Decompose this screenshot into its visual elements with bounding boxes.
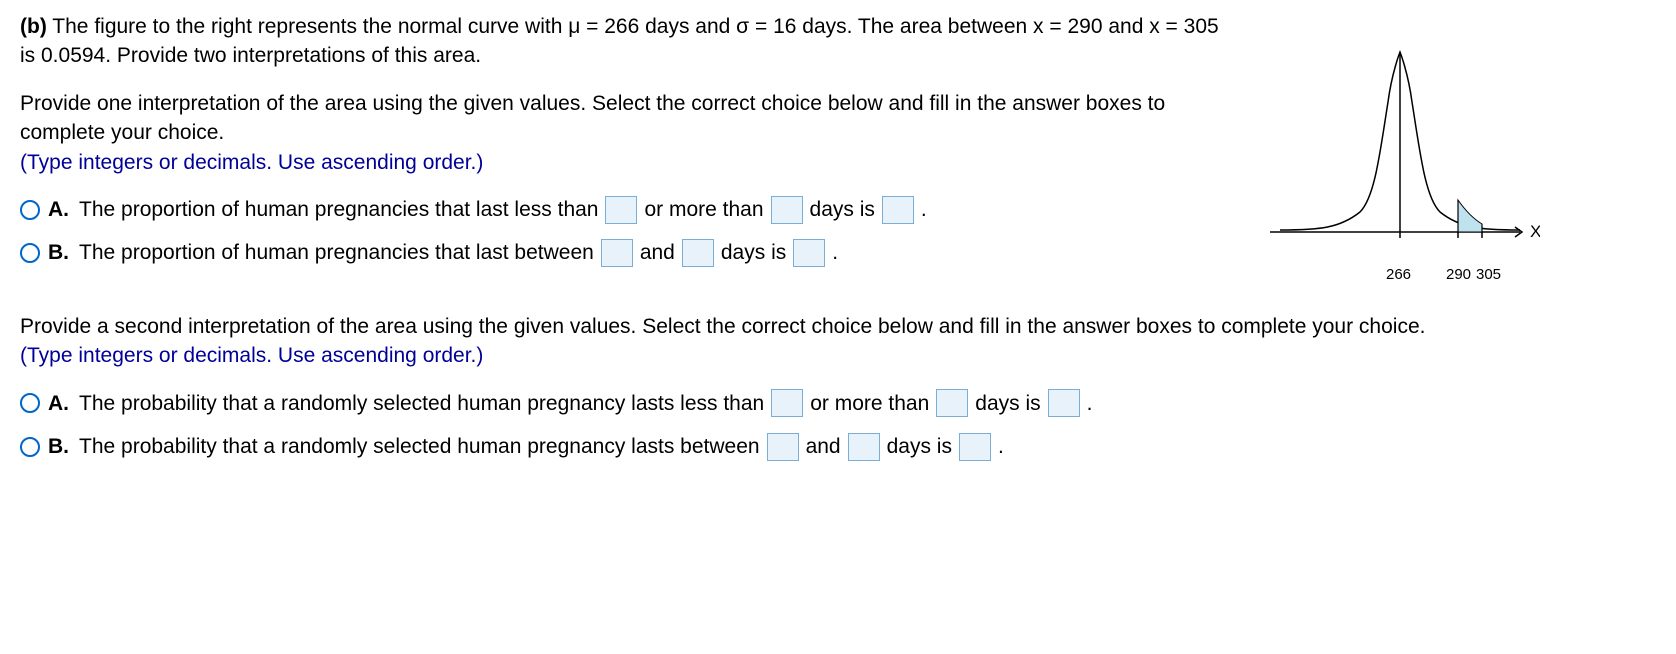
q2-optA-t3: days is (975, 389, 1040, 418)
q1-optA-letter: A. (48, 195, 69, 224)
q2-radio-b[interactable] (20, 437, 40, 457)
q2-optA-input3[interactable] (1048, 389, 1080, 417)
q1-optA-input3[interactable] (882, 196, 914, 224)
q1-optA-input2[interactable] (771, 196, 803, 224)
q1-prompt-block: Provide one interpretation of the area u… (20, 89, 1220, 177)
tick-290: 290 (1446, 264, 1471, 285)
q1-radio-a[interactable] (20, 200, 40, 220)
q1-optB-input1[interactable] (601, 239, 633, 267)
q1-optA-t2: or more than (644, 195, 763, 224)
q1-radio-b[interactable] (20, 243, 40, 263)
x-axis-label: X (1530, 222, 1540, 241)
q2-hint: (Type integers or decimals. Use ascendin… (20, 344, 483, 367)
q2-optB-input3[interactable] (959, 433, 991, 461)
q1-prompt: Provide one interpretation of the area u… (20, 92, 1165, 144)
q2-prompt: Provide a second interpretation of the a… (20, 315, 1425, 338)
question-text: (b) The figure to the right represents t… (20, 12, 1220, 282)
q1-optB-t3: days is (721, 238, 786, 267)
tick-305: 305 (1476, 264, 1501, 285)
q2-optA-input2[interactable] (936, 389, 968, 417)
q2-optB-t4: . (998, 432, 1004, 461)
q2-section: Provide a second interpretation of the a… (20, 312, 1656, 462)
q2-optA-t2: or more than (810, 389, 929, 418)
q1-optA-t1: The proportion of human pregnancies that… (79, 195, 598, 224)
q1-option-a: A. The proportion of human pregnancies t… (20, 195, 1220, 224)
part-label: (b) (20, 15, 47, 38)
q2-optB-input1[interactable] (767, 433, 799, 461)
q2-optB-input2[interactable] (848, 433, 880, 461)
normal-curve-figure: X 266 290 305 (1260, 12, 1560, 282)
q2-option-b: B. The probability that a randomly selec… (20, 432, 1656, 461)
q1-option-b: B. The proportion of human pregnancies t… (20, 238, 1220, 267)
q2-radio-a[interactable] (20, 393, 40, 413)
q2-prompt-block: Provide a second interpretation of the a… (20, 312, 1656, 371)
q1-optB-t4: . (832, 238, 838, 267)
q2-optB-t1: The probability that a randomly selected… (79, 432, 760, 461)
q2-optA-t4: . (1087, 389, 1093, 418)
q1-optB-t1: The proportion of human pregnancies that… (79, 238, 594, 267)
q1-optB-t2: and (640, 238, 675, 267)
q2-optB-letter: B. (48, 432, 69, 461)
tick-266: 266 (1386, 264, 1411, 285)
q1-optB-letter: B. (48, 238, 69, 267)
q1-optB-input3[interactable] (793, 239, 825, 267)
q2-option-a: A. The probability that a randomly selec… (20, 389, 1656, 418)
q2-optB-t2: and (806, 432, 841, 461)
normal-curve-svg: X (1260, 32, 1540, 252)
q2-optA-letter: A. (48, 389, 69, 418)
q1-optB-input2[interactable] (682, 239, 714, 267)
q1-optA-t4: . (921, 195, 927, 224)
q2-optA-t1: The probability that a randomly selected… (79, 389, 764, 418)
q2-optB-t3: days is (887, 432, 952, 461)
q1-optA-t3: days is (810, 195, 875, 224)
q1-hint: (Type integers or decimals. Use ascendin… (20, 151, 483, 174)
intro-text: The figure to the right represents the n… (20, 15, 1219, 67)
problem-intro: (b) The figure to the right represents t… (20, 12, 1220, 71)
q2-optA-input1[interactable] (771, 389, 803, 417)
q1-optA-input1[interactable] (605, 196, 637, 224)
